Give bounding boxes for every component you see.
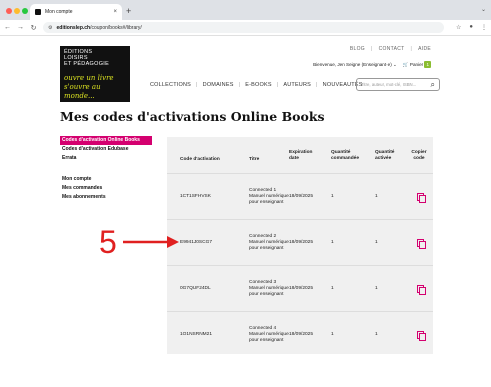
nav-ebooks[interactable]: E-BOOKS — [245, 82, 271, 88]
title-cell: Connected 4 Manuel numérique pour enseig… — [249, 325, 289, 343]
arrow-right-icon — [122, 236, 179, 248]
table-header: Code d'activation Titre Expiration date … — [167, 145, 433, 171]
expiry-cell: 18/09/2025 — [289, 239, 314, 245]
code-cell: 1O1NSRNM21 — [180, 331, 212, 337]
activation-codes-table: Code d'activation Titre Expiration date … — [167, 137, 433, 354]
chevron-down-icon: ⌄ — [393, 62, 397, 67]
new-tab-button[interactable]: + — [126, 6, 131, 16]
expiry-cell: 18/09/2025 — [289, 193, 314, 199]
header-title: Titre — [249, 157, 260, 162]
expiry-cell: 18/09/2025 — [289, 331, 314, 337]
account-bar: Bienvenue, Jen Seigne (Enseignant·e) ⌄ 🛒… — [313, 61, 431, 68]
favicon-icon — [35, 9, 41, 15]
sidebar-item-account[interactable]: Mon compte — [60, 175, 155, 184]
browser-menu-icon[interactable]: ⋮ — [481, 24, 487, 31]
code-cell: E9941J0SCG7 — [180, 239, 212, 245]
browser-tab-bar: Mon compte × + ⌄ — [0, 0, 491, 20]
url-field[interactable]: ⚙ editionslep.ch/coupon/books#/library/ — [43, 22, 444, 33]
divider: | — [316, 82, 318, 88]
close-tab-icon[interactable]: × — [113, 9, 117, 15]
tab-list-chevron-icon[interactable]: ⌄ — [481, 6, 486, 13]
nav-collections[interactable]: COLLECTIONS — [150, 82, 191, 88]
account-sidebar: Codes d'activation Online Books Codes d'… — [60, 136, 155, 202]
divider: | — [238, 82, 241, 88]
table-row: 1CT1SFHVSK Connected 1 Manuel numérique … — [167, 173, 433, 219]
main-nav: COLLECTIONS | DOMAINES | E-BOOKS | AUTEU… — [150, 82, 363, 88]
browser-tab[interactable]: Mon compte × — [30, 4, 122, 20]
table-row: E9941J0SCG7 Connected 2 Manuel numérique… — [167, 219, 433, 265]
tab-title: Mon compte — [45, 9, 73, 15]
minimize-window-button[interactable] — [14, 8, 20, 14]
nav-domaines[interactable]: DOMAINES — [203, 82, 234, 88]
search-placeholder: Titre, auteur, mot-clé, ISBN... — [361, 82, 417, 87]
table-row: 0G7QUF24DL Connected 3 Manuel numérique … — [167, 265, 433, 311]
logo-tagline-2: s'ouvre au monde... — [64, 83, 101, 100]
sidebar-item-edubase-codes[interactable]: Codes d'activation Edubase — [60, 145, 155, 154]
qty-activated-cell: 1 — [375, 285, 378, 291]
qty-activated-cell: 1 — [375, 193, 378, 199]
step-number: 5 — [99, 224, 117, 260]
qty-ordered-cell: 1 — [331, 331, 334, 337]
search-icon[interactable]: ⌕ — [431, 80, 435, 89]
qty-activated-cell: 1 — [375, 239, 378, 245]
step-annotation: 5 — [99, 226, 179, 258]
cart-label: Panier — [409, 62, 424, 67]
expiry-cell: 18/09/2025 — [289, 285, 314, 291]
qty-ordered-cell: 1 — [331, 285, 334, 291]
logo-tagline-1: ouvre un livre — [64, 74, 114, 82]
code-cell: 1CT1SFHVSK — [180, 193, 211, 199]
cart-icon: 🛒 — [402, 62, 409, 67]
sidebar-item-orders[interactable]: Mes commandes — [60, 184, 155, 193]
close-window-button[interactable] — [6, 8, 12, 14]
back-button[interactable]: ← — [4, 24, 11, 31]
cart-button[interactable]: 🛒 Panier 1 — [402, 61, 431, 68]
bookmark-star-icon[interactable]: ☆ — [456, 24, 461, 31]
table-row: 1O1NSRNM21 Connected 4 Manuel numérique … — [167, 311, 433, 357]
header-qty-ordered: Quantité commandée — [331, 150, 359, 161]
divider: | — [276, 82, 279, 88]
qty-ordered-cell: 1 — [331, 193, 334, 199]
copy-code-icon[interactable] — [417, 238, 426, 249]
divider: | — [196, 82, 198, 88]
maximize-window-button[interactable] — [22, 8, 28, 14]
header-copy: Copier code — [411, 150, 427, 161]
sidebar-item-subscriptions[interactable]: Mes abonnements — [60, 193, 155, 202]
title-cell: Connected 3 Manuel numérique pour enseig… — [249, 279, 289, 297]
copy-code-icon[interactable] — [417, 330, 426, 341]
qty-activated-cell: 1 — [375, 331, 378, 337]
forward-button[interactable]: → — [17, 24, 24, 31]
sidebar-item-online-books-codes[interactable]: Codes d'activation Online Books — [60, 136, 152, 145]
header-qty-activated: Quantité activée — [375, 150, 395, 161]
blog-link[interactable]: BLOG — [350, 46, 365, 52]
divider: | — [371, 46, 373, 52]
header-expiry: Expiration date — [289, 150, 313, 161]
nav-auteurs[interactable]: AUTEURS — [283, 82, 311, 88]
url-text: editionslep.ch/coupon/books#/library/ — [56, 24, 142, 31]
reload-button[interactable]: ↻ — [30, 24, 37, 32]
qty-ordered-cell: 1 — [331, 239, 334, 245]
page-title: Mes codes d'activations Online Books — [60, 109, 325, 124]
logo-line-pedagogie: ET PÉDAGOGIE — [64, 61, 110, 67]
title-cell: Connected 2 Manuel numérique pour enseig… — [249, 233, 289, 251]
copy-code-icon[interactable] — [417, 284, 426, 295]
title-cell: Connected 1 Manuel numérique pour enseig… — [249, 187, 289, 205]
code-cell: 0G7QUF24DL — [180, 285, 211, 291]
site-logo[interactable]: ÉDITIONS LOISIRS ET PÉDAGOGIE ouvre un l… — [60, 46, 130, 102]
top-links: BLOG | CONTACT | AIDE — [350, 46, 431, 52]
cart-count-badge: 1 — [424, 61, 431, 68]
profile-icon[interactable]: ● — [469, 24, 473, 31]
header-code: Code d'activation — [180, 157, 220, 162]
account-menu[interactable]: Bienvenue, Jen Seigne (Enseignant·e) ⌄ — [313, 62, 397, 68]
copy-code-icon[interactable] — [417, 192, 426, 203]
help-link[interactable]: AIDE — [418, 46, 431, 52]
address-bar-row: ← → ↻ ⚙ editionslep.ch/coupon/books#/lib… — [0, 20, 491, 36]
divider: | — [410, 46, 413, 52]
site-info-icon[interactable]: ⚙ — [48, 25, 52, 31]
contact-link[interactable]: CONTACT — [379, 46, 405, 52]
sidebar-item-errata[interactable]: Errata — [60, 154, 155, 163]
search-input[interactable]: Titre, auteur, mot-clé, ISBN... ⌕ — [356, 78, 440, 91]
